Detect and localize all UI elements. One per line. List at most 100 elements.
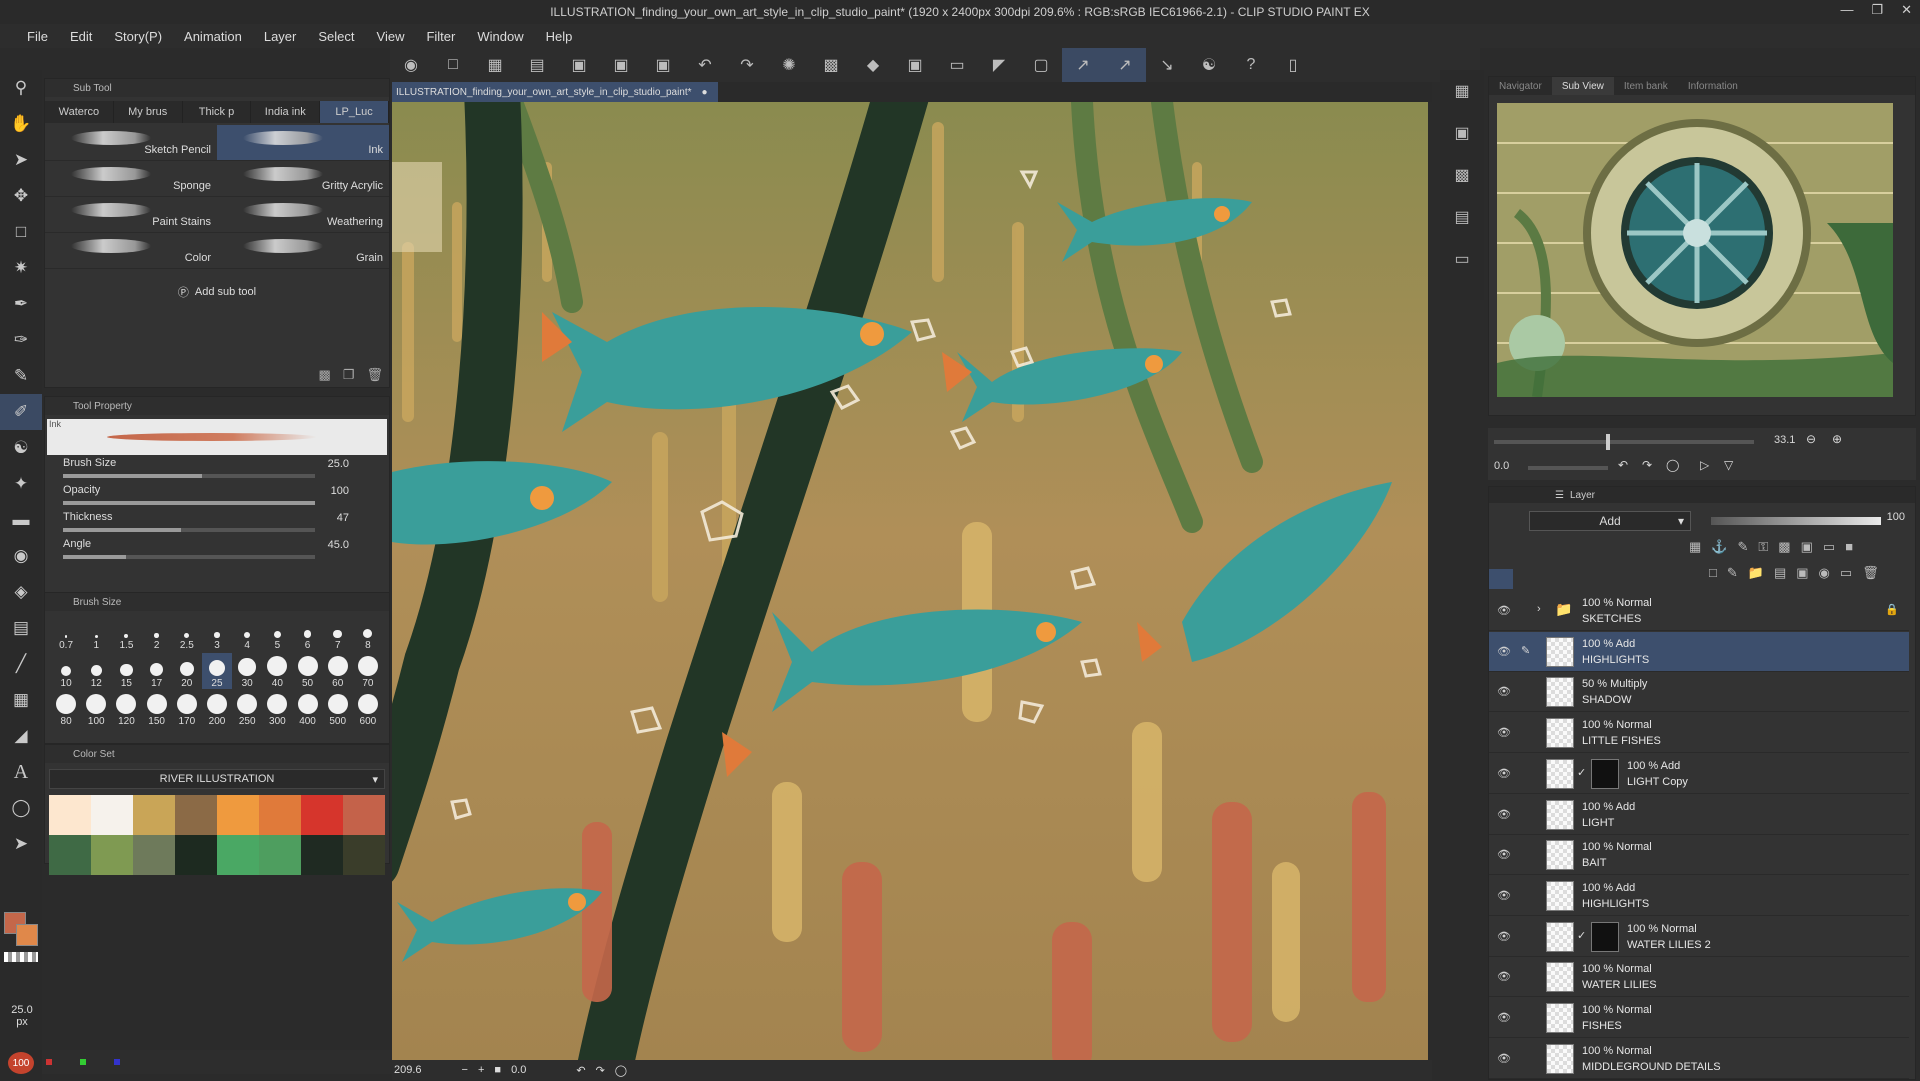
color-swatch[interactable] <box>175 835 217 875</box>
delete-subtool-icon[interactable]: 🗑 <box>366 367 383 383</box>
eye-icon[interactable]: 👁 <box>1497 808 1511 821</box>
subtool-brush[interactable]: Sponge <box>45 161 217 197</box>
layer-row[interactable]: 👁 100 % Add HIGHLIGHTS <box>1489 876 1909 916</box>
transparent-color[interactable] <box>4 952 38 962</box>
property-slider[interactable] <box>63 528 315 532</box>
new-vector-layer-icon[interactable]: ✎ <box>1727 565 1738 581</box>
rotate-right-icon[interactable]: ↷ <box>596 1064 605 1077</box>
material-image-icon[interactable]: ▣ <box>1440 112 1484 154</box>
clear-icon[interactable]: ▩ <box>810 48 852 82</box>
subtool-brush[interactable]: Ink <box>217 125 389 161</box>
property-slider[interactable] <box>63 501 315 505</box>
subtool-brush[interactable]: Grain <box>217 233 389 269</box>
brush-size-option[interactable]: 200 <box>202 691 232 727</box>
blend-icon[interactable]: ◉ <box>0 538 42 574</box>
rotate-left-icon[interactable]: ↶ <box>576 1064 585 1077</box>
property-slider[interactable] <box>63 555 315 559</box>
brush-size-option[interactable]: 250 <box>232 691 262 727</box>
brush-size-option[interactable]: 12 <box>81 653 111 689</box>
gradient-icon[interactable]: ▤ <box>0 610 42 646</box>
eye-icon[interactable]: 👁 <box>1497 767 1511 780</box>
brush-size-option[interactable]: 400 <box>292 691 322 727</box>
property-value[interactable]: 45.0 <box>328 539 349 551</box>
brush-size-option[interactable]: 170 <box>172 691 202 727</box>
subtool-brush[interactable]: Gritty Acrylic <box>217 161 389 197</box>
eye-icon[interactable]: 👁 <box>1497 685 1511 698</box>
selection-off-icon[interactable]: ▭ <box>936 48 978 82</box>
move-icon[interactable]: ✥ <box>0 178 42 214</box>
brush-size-option[interactable]: 8 <box>353 615 383 651</box>
magnifier-icon[interactable]: ⚲ <box>0 70 42 106</box>
color-swatch[interactable] <box>133 835 175 875</box>
layer-color-icon[interactable]: ■ <box>1845 539 1853 555</box>
transform-icon[interactable]: ☯ <box>1188 48 1230 82</box>
color-swatch[interactable] <box>49 795 91 835</box>
zoom-slider[interactable] <box>1494 440 1754 444</box>
subtool-brush[interactable]: Weathering <box>217 197 389 233</box>
marquee-icon[interactable]: □ <box>0 214 42 250</box>
navigator-tab[interactable]: Item bank <box>1614 77 1678 95</box>
navigator-zoom[interactable]: 33.1 <box>1774 434 1795 446</box>
material-manga-icon[interactable]: ▭ <box>1440 238 1484 280</box>
property-row[interactable]: Thickness 47 <box>59 509 375 536</box>
layer-row[interactable]: 👁 ✎ 100 % Add HIGHLIGHTS <box>1489 631 1909 672</box>
layer-row[interactable]: 👁 100 % Normal MIDDLEGROUND DETAILS <box>1489 1039 1909 1079</box>
color-swatch[interactable] <box>259 835 301 875</box>
subtool-brush[interactable]: Color <box>45 233 217 269</box>
lock-icon[interactable]: ⚿ <box>1758 539 1768 555</box>
color-indicator[interactable] <box>0 912 42 972</box>
reference-icon[interactable]: ⚓ <box>1711 539 1727 555</box>
property-row[interactable]: Brush Size 25.0 <box>59 455 375 482</box>
fill-icon[interactable]: ◆ <box>852 48 894 82</box>
sub-color[interactable] <box>16 924 38 946</box>
zoom-in-icon[interactable]: + <box>478 1064 484 1076</box>
pen-icon[interactable]: ✑ <box>0 322 42 358</box>
eye-icon[interactable]: 👁 <box>1497 1052 1511 1065</box>
pencil-icon[interactable]: ✎ <box>0 358 42 394</box>
brush-size-option[interactable]: 10 <box>51 653 81 689</box>
property-value[interactable]: 100 <box>331 485 349 497</box>
property-value[interactable]: 25.0 <box>328 458 349 470</box>
brush-size-option[interactable]: 60 <box>323 653 353 689</box>
combine-icon[interactable]: ▣ <box>1796 565 1808 581</box>
brush-size-option[interactable]: 100 <box>81 691 111 727</box>
brush-size-option[interactable]: 25 <box>201 653 233 689</box>
new-folder-icon[interactable]: 📁 <box>1748 565 1764 581</box>
material-pattern-icon[interactable]: ▤ <box>1440 196 1484 238</box>
figure-icon[interactable]: ╱ <box>0 646 42 682</box>
color-swatch[interactable] <box>343 835 385 875</box>
undo-icon[interactable]: ↶ <box>684 48 726 82</box>
menu-layer[interactable]: Layer <box>253 29 308 44</box>
property-row[interactable]: Opacity 100 <box>59 482 375 509</box>
brush-size-option[interactable]: 3 <box>202 615 232 651</box>
special-ruler-snap-icon[interactable]: ↗ <box>1104 48 1146 82</box>
export-png-icon[interactable]: ▣ <box>600 48 642 82</box>
opacity-indicator[interactable]: 100 <box>8 1052 34 1074</box>
close-icon[interactable]: ✕ <box>1901 2 1912 18</box>
navigator-tab[interactable]: Information <box>1678 77 1748 95</box>
layer-row[interactable]: 👁 50 % Multiply SHADOW <box>1489 672 1909 713</box>
brush-size-option[interactable]: 1.5 <box>111 615 141 651</box>
color-swatch[interactable] <box>343 795 385 835</box>
brush-size-option[interactable]: 120 <box>111 691 141 727</box>
brush-size-option[interactable]: 300 <box>262 691 292 727</box>
restore-icon[interactable]: ❐ <box>1871 2 1883 18</box>
document-tab[interactable]: ILLUSTRATION_finding_your_own_art_style_… <box>392 82 718 102</box>
navigator-rotate[interactable]: 0.0 <box>1494 460 1509 472</box>
layer-row[interactable]: 👁 100 % Normal BAIT <box>1489 835 1909 876</box>
brush-size-option[interactable]: 0.7 <box>51 615 81 651</box>
new-raster-layer-icon[interactable]: □ <box>1709 565 1717 581</box>
eyedropper-icon[interactable]: ✒ <box>0 286 42 322</box>
ruler-icon[interactable]: ◢ <box>0 718 42 754</box>
eye-icon[interactable]: 👁 <box>1497 930 1511 943</box>
clip-icon[interactable]: ▦ <box>1689 539 1701 555</box>
layer-row[interactable]: 👁 › 📁 🔒 100 % Normal SKETCHES <box>1489 591 1909 631</box>
subtool-brush[interactable]: Sketch Pencil <box>45 125 217 161</box>
brush-size-option[interactable]: 2.5 <box>172 615 202 651</box>
text-icon[interactable]: A <box>0 754 42 790</box>
menu-file[interactable]: File <box>16 29 59 44</box>
menu-help[interactable]: Help <box>535 29 584 44</box>
save-subtool-icon[interactable]: ▩ <box>319 367 331 383</box>
redo-icon[interactable]: ↷ <box>726 48 768 82</box>
brush-size-option[interactable]: 50 <box>292 653 322 689</box>
